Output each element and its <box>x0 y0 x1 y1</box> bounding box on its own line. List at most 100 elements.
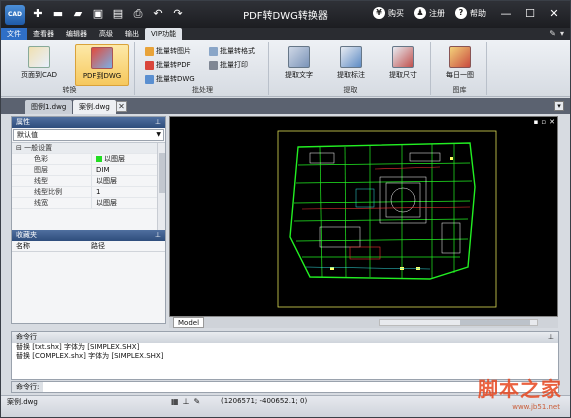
property-row[interactable]: 线型比例 1 <box>12 187 165 198</box>
annotation-marks <box>330 157 453 270</box>
menu-file[interactable]: 文件 <box>1 28 27 40</box>
batch-print-icon <box>209 60 218 70</box>
doc-tab-case[interactable]: 案例.dwg <box>73 100 116 114</box>
tab-output[interactable]: 输出 <box>119 28 145 40</box>
properties-panel: 属性 ⊥ 默认值 ▼ ⊟ 一般设置 色彩 以图层 图层 DIM 线型 以图层 线… <box>11 116 166 324</box>
property-key: 图层 <box>12 165 92 176</box>
batch-print-button[interactable]: 批量打印 <box>207 59 250 71</box>
canvas-hscrollbar[interactable] <box>379 319 538 326</box>
batch-to-pdf-label: 批量转PDF <box>156 61 191 69</box>
close-icon[interactable]: ✕ <box>542 5 566 23</box>
open-folder-icon[interactable]: ▰ <box>71 7 85 21</box>
snap-icon[interactable]: ▦ <box>171 397 179 406</box>
column-path[interactable]: 路径 <box>87 241 162 251</box>
canvas-restore-icon[interactable]: ▫ <box>541 118 546 126</box>
property-row[interactable]: 线宽 以图层 <box>12 198 165 209</box>
property-key: 线宽 <box>12 198 92 209</box>
tab-editor[interactable]: 编辑器 <box>60 28 93 40</box>
batch-format-label: 批量转格式 <box>220 47 255 55</box>
extract-dimension-button[interactable]: 提取尺寸 <box>379 44 427 86</box>
scroll-thumb[interactable] <box>460 320 530 325</box>
document-tabs: 图例1.dwg 案例.dwg ✕ ▾ <box>1 98 570 114</box>
help-icon: ? <box>455 7 467 19</box>
page-to-cad-icon <box>28 46 50 68</box>
new-icon[interactable]: ✚ <box>31 7 45 21</box>
maximize-icon[interactable]: ☐ <box>518 5 542 23</box>
daily-drawing-icon <box>449 46 471 68</box>
properties-dropdown[interactable]: 默认值 ▼ <box>13 129 164 141</box>
properties-scrollbar[interactable] <box>157 143 165 230</box>
collapse-ribbon-icon[interactable]: ▾ <box>554 101 564 111</box>
buy-button[interactable]: ¥ 购买 <box>373 7 404 19</box>
save-icon[interactable]: ▣ <box>91 7 105 21</box>
pdf-to-dwg-label: PDF到DWG <box>82 72 122 80</box>
open-icon[interactable]: ▬ <box>51 7 65 21</box>
menubar-right-icons: ✎ ▾ <box>549 28 570 40</box>
group-label-gallery: 图库 <box>452 86 467 94</box>
watermark-url: www.jb51.net <box>512 403 560 411</box>
command-history-line: 替换 [txt.shx] 字体为 [SIMPLEX.SHX] <box>16 343 140 351</box>
minimize-icon[interactable]: — <box>494 5 518 23</box>
extract-dimension-icon <box>392 46 414 68</box>
page-to-cad-button[interactable]: 页面到CAD <box>15 44 63 86</box>
group-label-batch: 批处理 <box>192 86 213 94</box>
pdf-to-dwg-button[interactable]: PDF到DWG <box>75 44 129 86</box>
help-button[interactable]: ? 帮助 <box>455 7 486 19</box>
extract-text-button[interactable]: 提取文字 <box>275 44 323 86</box>
command-history-line: 替换 [COMPLEX.shx] 字体为 [SIMPLEX.SHX] <box>16 352 164 360</box>
properties-title: 属性 <box>16 118 30 126</box>
layout-tabs: Model <box>169 316 558 328</box>
batch-format-button[interactable]: 批量转格式 <box>207 45 257 57</box>
doc-tab-legend[interactable]: 图例1.dwg <box>25 100 73 114</box>
pin-icon[interactable]: ⊥ <box>548 332 554 343</box>
buy-label: 购买 <box>388 8 404 18</box>
property-category[interactable]: ⊟ 一般设置 <box>12 143 165 154</box>
pin-icon[interactable]: ⊥ <box>155 230 161 241</box>
color-swatch-icon <box>96 156 102 162</box>
close-tab-icon[interactable]: ✕ <box>116 101 127 112</box>
daily-drawing-button[interactable]: 每日一图 <box>436 44 484 86</box>
drawing-canvas[interactable]: ▪ ▫ ✕ <box>169 116 558 328</box>
batch-to-pdf-button[interactable]: 批量转PDF <box>143 59 193 71</box>
print-icon[interactable]: ⎙ <box>131 7 145 21</box>
tab-vip[interactable]: VIP功能 <box>145 28 183 40</box>
ribbon-group-extract: 提取文字 提取标注 提取尺寸 提取 <box>271 42 431 95</box>
ribbon-group-gallery: 每日一图 图库 <box>433 42 487 95</box>
redo-icon[interactable]: ↷ <box>171 7 185 21</box>
command-input[interactable]: 命令行: <box>11 381 559 393</box>
canvas-minimize-icon[interactable]: ▪ <box>534 118 539 126</box>
help-label: 帮助 <box>470 8 486 18</box>
extract-annotation-button[interactable]: 提取标注 <box>327 44 375 86</box>
property-category-label: 一般设置 <box>24 144 53 152</box>
skin-icon[interactable]: ✎ <box>549 28 556 40</box>
property-row[interactable]: 色彩 以图层 <box>12 154 165 165</box>
column-name[interactable]: 名称 <box>12 241 87 251</box>
extract-text-label: 提取文字 <box>285 71 313 79</box>
batch-format-icon <box>209 46 218 56</box>
ortho-icon[interactable]: ⊥ <box>183 397 190 406</box>
wall-lines <box>293 143 473 279</box>
property-value: 以图层 <box>92 198 165 209</box>
ribbon-group-batch: 批量转图片 批量转格式 批量转PDF 批量打印 批量转DWG 批处理 <box>137 42 269 95</box>
undo-icon[interactable]: ↶ <box>151 7 165 21</box>
register-button[interactable]: ♟ 注册 <box>414 7 445 19</box>
command-input-label: 命令行: <box>12 382 44 392</box>
batch-to-dwg-label: 批量转DWG <box>156 75 195 83</box>
settings-icon[interactable]: ▾ <box>560 28 564 40</box>
canvas-close-icon[interactable]: ✕ <box>549 118 555 126</box>
pin-icon[interactable]: ⊥ <box>155 117 161 128</box>
chevron-down-icon: ▼ <box>156 131 161 138</box>
pen-icon[interactable]: ✎ <box>194 397 201 406</box>
property-row[interactable]: 线型 以图层 <box>12 176 165 187</box>
app-logo-icon[interactable]: CAD <box>5 5 25 25</box>
collapse-icon[interactable]: ⊟ <box>16 144 24 152</box>
scroll-thumb[interactable] <box>159 153 165 193</box>
model-tab[interactable]: Model <box>173 317 205 328</box>
batch-to-dwg-button[interactable]: 批量转DWG <box>143 73 197 85</box>
property-value: 以图层 <box>104 155 125 163</box>
batch-to-image-button[interactable]: 批量转图片 <box>143 45 193 57</box>
tab-advanced[interactable]: 高级 <box>93 28 119 40</box>
save-as-icon[interactable]: ▤ <box>111 7 125 21</box>
property-row[interactable]: 图层 DIM <box>12 165 165 176</box>
tab-viewer[interactable]: 查看器 <box>27 28 60 40</box>
